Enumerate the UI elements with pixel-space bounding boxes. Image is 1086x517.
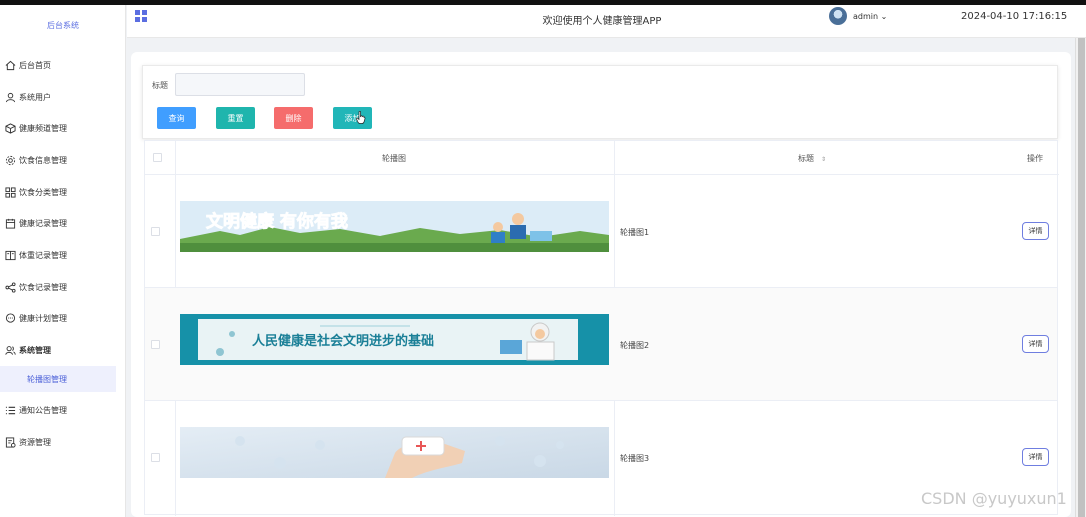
sidebar-item-label: 饮食记录管理 <box>19 282 67 292</box>
sidebar-item-diet-info[interactable]: 饮食信息管理 <box>0 146 126 174</box>
hand-cursor-icon <box>356 111 366 124</box>
sort-icon[interactable]: ⇕ <box>821 156 826 163</box>
sidebar-item-diet-category[interactable]: 饮食分类管理 <box>0 178 126 206</box>
top-header: 欢迎使用个人健康管理APP admin ⌄ 2024-04-10 17:16:1… <box>127 5 1086 38</box>
row-checkbox[interactable] <box>151 340 160 349</box>
sidebar-item-label: 系统管理 <box>19 345 51 355</box>
notebook-icon <box>4 217 16 229</box>
sidebar-item-system-management[interactable]: 系统管理 <box>0 336 126 364</box>
row-title: 轮播图1 <box>620 228 650 237</box>
column-header-actions: 操作 <box>1027 154 1043 163</box>
grid-icon <box>4 186 16 198</box>
row-checkbox[interactable] <box>151 453 160 462</box>
detail-button[interactable]: 详情 <box>1022 335 1049 353</box>
row-title: 轮播图2 <box>620 341 650 350</box>
carousel-image: 人民健康是社会文明进步的基础 <box>180 314 609 365</box>
menu-toggle-icon[interactable] <box>135 10 147 22</box>
sidebar-item-label: 资源管理 <box>19 437 51 447</box>
sidebar-item-label: 饮食分类管理 <box>19 187 67 197</box>
user-menu[interactable]: admin ⌄ <box>853 12 887 21</box>
title-filter-label: 标题 <box>152 81 168 90</box>
sidebar-item-label: 健康计划管理 <box>19 313 67 323</box>
delete-button[interactable]: 删除 <box>274 107 313 129</box>
add-button[interactable]: 添加 <box>333 107 372 129</box>
sidebar-item-health-channel[interactable]: 健康频道管理 <box>0 114 126 142</box>
sidebar-item-label: 健康频道管理 <box>19 123 67 133</box>
detail-button[interactable]: 详情 <box>1022 448 1049 466</box>
sidebar-item-system-users[interactable]: 系统用户 <box>0 83 126 111</box>
home-icon <box>4 59 16 71</box>
reset-button[interactable]: 重置 <box>216 107 255 129</box>
carousel-image <box>180 427 609 478</box>
chat-icon <box>4 312 16 324</box>
user-name: admin <box>853 12 879 21</box>
column-header-title[interactable]: 标题 ⇕ <box>798 153 826 164</box>
title-filter-input[interactable] <box>175 73 305 96</box>
sidebar-item-label: 饮食信息管理 <box>19 155 67 165</box>
sidebar-item-diet-record[interactable]: 饮食记录管理 <box>0 273 126 301</box>
sidebar-item-label: 系统用户 <box>19 92 51 102</box>
sidebar-item-label: 轮播图管理 <box>27 374 67 384</box>
sidebar-item-label: 健康记录管理 <box>19 218 67 228</box>
datetime: 2024-04-10 17:16:15 <box>961 11 1068 22</box>
file-icon <box>4 436 16 448</box>
users-icon <box>4 344 16 356</box>
page-title: 欢迎使用个人健康管理APP <box>542 16 662 27</box>
scrollbar[interactable] <box>1075 38 1086 517</box>
share-icon <box>4 281 16 293</box>
sidebar-item-label: 体重记录管理 <box>19 250 67 260</box>
table-header: 轮播图 标题 ⇕ 操作 <box>145 141 1059 175</box>
list-icon <box>4 404 16 416</box>
sidebar-item-home[interactable]: 后台首页 <box>0 51 126 79</box>
sidebar-item-label: 后台首页 <box>19 60 51 70</box>
row-title: 轮播图3 <box>620 454 650 463</box>
watermark: CSDN @yuyuxun1 <box>921 489 1067 508</box>
sidebar-item-label: 通知公告管理 <box>19 405 67 415</box>
table-row: 人民健康是社会文明进步的基础 轮播图2 详情 <box>145 288 1057 401</box>
detail-button[interactable]: 详情 <box>1022 222 1049 240</box>
sidebar-item-health-record[interactable]: 健康记录管理 <box>0 209 126 237</box>
book-icon <box>4 249 16 261</box>
sidebar-item-weight-record[interactable]: 体重记录管理 <box>0 241 126 269</box>
sidebar-item-health-plan[interactable]: 健康计划管理 <box>0 304 126 332</box>
carousel-image: 文明健康 有你有我 <box>180 201 609 252</box>
banner-slogan: 人民健康是社会文明进步的基础 <box>252 333 434 349</box>
row-checkbox[interactable] <box>151 227 160 236</box>
sidebar-item-notice-management[interactable]: 通知公告管理 <box>0 396 126 424</box>
banner-slogan: 文明健康 有你有我 <box>206 211 348 232</box>
sidebar-item-carousel-management[interactable]: 轮播图管理 <box>0 366 116 392</box>
sidebar-logo: 后台系统 <box>47 21 79 30</box>
table-row: 文明健康 有你有我 轮播图1 详情 <box>145 175 1057 288</box>
scrollbar-thumb[interactable] <box>1078 38 1085 517</box>
carousel-table: 轮播图 标题 ⇕ 操作 文明健康 有你有我 轮播图1 详情 人民健康是社会文明进… <box>144 140 1059 516</box>
column-header-image: 轮播图 <box>382 154 406 163</box>
avatar[interactable] <box>829 7 847 25</box>
gear-icon <box>4 154 16 166</box>
column-header-title-label: 标题 <box>798 154 814 163</box>
sidebar-item-resource-management[interactable]: 资源管理 <box>0 428 126 456</box>
user-icon <box>4 91 16 103</box>
cube-icon <box>4 122 16 134</box>
chevron-down-icon: ⌄ <box>878 12 888 21</box>
select-all-checkbox[interactable] <box>153 153 162 162</box>
query-button[interactable]: 查询 <box>157 107 196 129</box>
